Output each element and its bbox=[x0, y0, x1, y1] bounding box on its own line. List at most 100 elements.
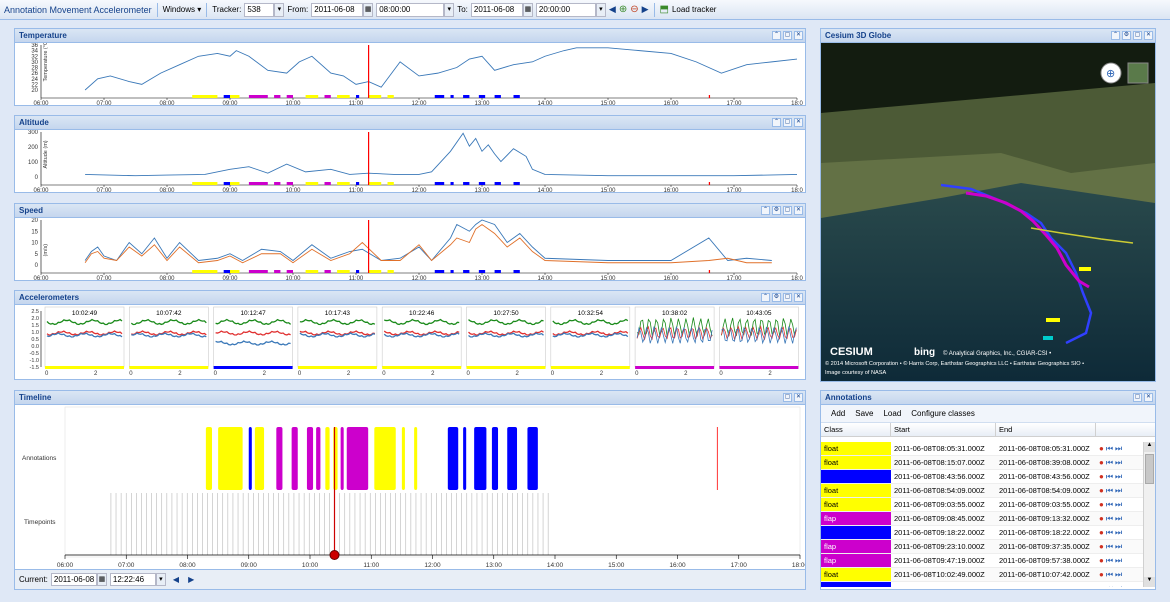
imagery-picker-button[interactable] bbox=[1127, 62, 1149, 84]
save-button[interactable]: Save bbox=[855, 409, 873, 418]
next-arrow-icon[interactable]: ▶ bbox=[188, 575, 194, 584]
go-start-icon[interactable]: ⏮ bbox=[1106, 568, 1113, 581]
go-end-icon[interactable]: ⏭ bbox=[1115, 554, 1122, 567]
delete-icon[interactable]: ● bbox=[1099, 456, 1104, 469]
scroll-down-icon[interactable]: ▼ bbox=[1144, 577, 1155, 587]
settings-icon[interactable]: ⚙ bbox=[772, 293, 781, 302]
configure-classes-button[interactable]: Configure classes bbox=[911, 409, 975, 418]
go-end-icon[interactable]: ⏭ bbox=[1115, 442, 1122, 455]
chevron-down-icon[interactable]: ▾ bbox=[155, 573, 166, 586]
go-start-icon[interactable]: ⏮ bbox=[1106, 442, 1113, 455]
delete-icon[interactable]: ● bbox=[1099, 554, 1104, 567]
go-end-icon[interactable]: ⏭ bbox=[1115, 470, 1122, 483]
accelerometer-charts[interactable]: 2.52.01.51.00.50.0-0.5-1.0-1.5 10:02:49 0 2… bbox=[15, 305, 805, 379]
maximize-icon[interactable]: ▢ bbox=[1133, 393, 1142, 402]
to-date-field[interactable]: 2011-06-08 bbox=[470, 2, 523, 17]
delete-icon[interactable]: ● bbox=[1099, 484, 1104, 497]
maximize-icon[interactable]: ▢ bbox=[783, 31, 792, 40]
next-arrow-icon[interactable]: ▶ bbox=[642, 4, 649, 15]
close-icon[interactable]: ✕ bbox=[1144, 31, 1153, 40]
scrollbar[interactable]: ▲ ▼ bbox=[1143, 442, 1155, 587]
table-row[interactable]: 2011-06-08T08:43:56.000Z 2011-06-08T08:43… bbox=[821, 470, 1143, 484]
scrollbar-thumb[interactable] bbox=[1145, 454, 1154, 484]
go-start-icon[interactable]: ⏮ bbox=[1106, 554, 1113, 567]
altitude-chart[interactable]: 300 200 100 0 Altitude (m) 06:00 07:00 08:00 09:… bbox=[15, 130, 805, 194]
go-end-icon[interactable]: ⏭ bbox=[1115, 582, 1122, 587]
chevron-down-icon[interactable]: ▾ bbox=[274, 2, 285, 17]
collapse-icon[interactable]: ⌃ bbox=[772, 31, 781, 40]
collapse-icon[interactable]: ⌃ bbox=[772, 118, 781, 127]
from-date-field[interactable]: 2011-06-08 bbox=[311, 2, 364, 17]
current-date-field[interactable]: 2011-06-08 bbox=[50, 573, 97, 586]
go-start-icon[interactable]: ⏮ bbox=[1106, 470, 1113, 483]
chevron-down-icon[interactable]: ▾ bbox=[595, 2, 606, 17]
globe-icon[interactable]: ⊕ bbox=[1106, 68, 1115, 80]
table-row[interactable]: float 2011-06-08T08:15:07.000Z 2011-06-08T… bbox=[821, 456, 1143, 470]
delete-icon[interactable]: ● bbox=[1099, 442, 1104, 455]
table-row[interactable]: flap 2011-06-08T09:23:10.000Z 2011-06-08T0… bbox=[821, 540, 1143, 554]
speed-chart[interactable]: 20 15 10 5 0 (m/s) 06:00 07:00 08:00 09:00 10:00 11… bbox=[15, 218, 805, 282]
zoom-out-icon[interactable]: ⊖ bbox=[630, 4, 638, 15]
collapse-icon[interactable]: ⌃ bbox=[761, 293, 770, 302]
prev-arrow-icon[interactable]: ◀ bbox=[609, 4, 616, 15]
go-end-icon[interactable]: ⏭ bbox=[1115, 540, 1122, 553]
close-icon[interactable]: ✕ bbox=[794, 393, 803, 402]
go-end-icon[interactable]: ⏭ bbox=[1115, 498, 1122, 511]
column-header-start[interactable]: Start bbox=[891, 423, 996, 436]
column-header-end[interactable]: End bbox=[996, 423, 1096, 436]
collapse-icon[interactable]: ⌃ bbox=[1111, 31, 1120, 40]
collapse-icon[interactable]: ⌃ bbox=[761, 206, 770, 215]
go-end-icon[interactable]: ⏭ bbox=[1115, 512, 1122, 525]
go-end-icon[interactable]: ⏭ bbox=[1115, 484, 1122, 497]
chevron-down-icon[interactable]: ▾ bbox=[444, 2, 455, 17]
timeline-chart[interactable]: Annotations Timepoints 06:00 07:00 08:00 09:0… bbox=[15, 405, 809, 569]
go-end-icon[interactable]: ⏭ bbox=[1115, 526, 1122, 539]
go-start-icon[interactable]: ⏮ bbox=[1106, 526, 1113, 539]
load-button[interactable]: Load bbox=[883, 409, 901, 418]
from-time-field[interactable]: 08:00:00 bbox=[376, 2, 445, 17]
delete-icon[interactable]: ● bbox=[1099, 526, 1104, 539]
go-start-icon[interactable]: ⏮ bbox=[1106, 456, 1113, 469]
table-row[interactable]: flap 2011-06-08T09:47:19.000Z 2011-06-08T0… bbox=[821, 554, 1143, 568]
maximize-icon[interactable]: ▢ bbox=[1133, 31, 1142, 40]
delete-icon[interactable]: ● bbox=[1099, 470, 1104, 483]
table-row[interactable]: ●⏮⏭ bbox=[821, 582, 1143, 587]
go-end-icon[interactable]: ⏭ bbox=[1115, 568, 1122, 581]
tracker-select[interactable]: 538 bbox=[244, 2, 275, 17]
close-icon[interactable]: ✕ bbox=[794, 118, 803, 127]
maximize-icon[interactable]: ▢ bbox=[783, 293, 792, 302]
table-row[interactable]: float 2011-06-08T10:02:49.000Z 2011-06-08T… bbox=[821, 568, 1143, 582]
load-tracker-button[interactable]: Load tracker bbox=[672, 5, 716, 14]
delete-icon[interactable]: ● bbox=[1099, 568, 1104, 581]
maximize-icon[interactable]: ▢ bbox=[783, 206, 792, 215]
table-row[interactable]: 2011-06-08T09:18:22.000Z 2011-06-08T09:18… bbox=[821, 526, 1143, 540]
zoom-in-icon[interactable]: ⊕ bbox=[619, 4, 627, 15]
go-start-icon[interactable]: ⏮ bbox=[1106, 582, 1113, 587]
column-header-class[interactable]: Class bbox=[821, 423, 891, 436]
go-start-icon[interactable]: ⏮ bbox=[1106, 498, 1113, 511]
maximize-icon[interactable]: ▢ bbox=[783, 118, 792, 127]
go-start-icon[interactable]: ⏮ bbox=[1106, 540, 1113, 553]
delete-icon[interactable]: ● bbox=[1099, 540, 1104, 553]
close-icon[interactable]: ✕ bbox=[794, 31, 803, 40]
calendar-icon[interactable]: ▦ bbox=[363, 2, 374, 17]
delete-icon[interactable]: ● bbox=[1099, 498, 1104, 511]
prev-arrow-icon[interactable]: ◀ bbox=[173, 575, 179, 584]
go-start-icon[interactable]: ⏮ bbox=[1106, 512, 1113, 525]
settings-icon[interactable]: ⚙ bbox=[772, 206, 781, 215]
close-icon[interactable]: ✕ bbox=[794, 293, 803, 302]
go-start-icon[interactable]: ⏮ bbox=[1106, 484, 1113, 497]
scroll-up-icon[interactable]: ▲ bbox=[1144, 442, 1155, 452]
table-row[interactable]: float 2011-06-08T08:05:31.000Z 2011-06-08T… bbox=[821, 442, 1143, 456]
maximize-icon[interactable]: ▢ bbox=[783, 393, 792, 402]
table-row[interactable]: flap 2011-06-08T09:08:45.000Z 2011-06-08T0… bbox=[821, 512, 1143, 526]
delete-icon[interactable]: ● bbox=[1099, 512, 1104, 525]
close-icon[interactable]: ✕ bbox=[794, 206, 803, 215]
go-end-icon[interactable]: ⏭ bbox=[1115, 456, 1122, 469]
table-row[interactable]: float 2011-06-08T09:03:55.000Z 2011-06-08T… bbox=[821, 498, 1143, 512]
table-row[interactable]: float 2011-06-08T08:54:09.000Z 2011-06-08T… bbox=[821, 484, 1143, 498]
globe-viewport[interactable]: ⊕ CESIUM bing © Analytical Graphics, Inc… bbox=[821, 43, 1155, 381]
delete-icon[interactable]: ● bbox=[1099, 582, 1104, 587]
calendar-icon[interactable]: ▦ bbox=[96, 573, 107, 586]
to-time-field[interactable]: 20:00:00 bbox=[535, 2, 596, 17]
